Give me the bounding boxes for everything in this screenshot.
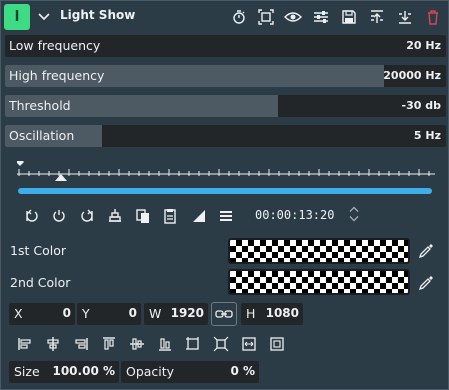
adjust-size-icon[interactable]	[213, 336, 229, 352]
y-value: 0	[128, 306, 137, 320]
effect-header: l Light Show	[1, 1, 449, 33]
h-value: 1080	[265, 306, 299, 320]
opacity-label: Opacity	[126, 364, 175, 379]
align-right-icon[interactable]	[73, 336, 89, 352]
x-field[interactable]: X 0	[9, 303, 75, 325]
align-bottom-icon[interactable]	[157, 336, 173, 352]
align-left-icon[interactable]	[17, 336, 33, 352]
y-label: Y	[82, 306, 90, 321]
param-threshold[interactable]: Threshold -30 db	[5, 95, 446, 117]
keyframe-ruler[interactable]	[17, 161, 435, 181]
menu-icon[interactable]	[217, 207, 235, 225]
w-label: W	[149, 306, 162, 321]
param-high-frequency[interactable]: High frequency 20000 Hz	[5, 65, 446, 87]
paste-keyframe-icon[interactable]	[161, 207, 179, 225]
align-top-icon[interactable]	[101, 336, 117, 352]
w-field[interactable]: W 1920	[144, 303, 208, 325]
keyframe-track[interactable]	[18, 188, 432, 194]
zone-icon[interactable]	[257, 8, 275, 26]
w-value: 1920	[170, 306, 204, 320]
keyframe-marker-icon	[17, 161, 24, 166]
first-color-label: 1st Color	[10, 243, 66, 258]
second-color-label: 2nd Color	[10, 275, 71, 290]
first-color-swatch[interactable]	[228, 238, 410, 264]
timer-icon[interactable]	[230, 8, 248, 26]
param-value: 20 Hz	[406, 39, 441, 52]
color-picker-icon[interactable]	[417, 274, 435, 292]
effect-badge[interactable]: l	[4, 4, 30, 30]
fit-frame-icon[interactable]	[185, 336, 201, 352]
collapse-chevron-icon[interactable]	[38, 11, 50, 25]
h-field[interactable]: H 1080	[241, 303, 303, 325]
save-icon[interactable]	[340, 8, 358, 26]
align-vcenter-icon[interactable]	[129, 336, 145, 352]
opacity-field[interactable]: Opacity 0 %	[121, 361, 259, 383]
param-label: High frequency	[9, 68, 105, 83]
x-value: 0	[62, 306, 71, 320]
param-value: 20000 Hz	[383, 69, 441, 82]
playhead-icon	[55, 174, 67, 181]
size-field[interactable]: Size 100.00 %	[9, 361, 119, 383]
interpolation-icon[interactable]	[190, 207, 208, 225]
effect-panel: l Light Show Low frequency 20 Hz High fr…	[0, 0, 449, 390]
size-value: 100.00 %	[52, 364, 115, 378]
timecode-display[interactable]: 00:00:13:20	[255, 208, 334, 222]
fill-height-icon[interactable]	[269, 336, 285, 352]
param-low-frequency[interactable]: Low frequency 20 Hz	[5, 35, 446, 57]
move-down-icon[interactable]	[396, 8, 414, 26]
settings-sliders-icon[interactable]	[312, 8, 330, 26]
h-label: H	[246, 306, 256, 321]
timecode-stepper-icon[interactable]	[345, 205, 363, 223]
size-label: Size	[14, 364, 40, 379]
opacity-value: 0 %	[230, 364, 255, 378]
next-keyframe-icon[interactable]	[79, 207, 97, 225]
param-label: Oscillation	[9, 128, 75, 143]
add-keyframe-icon[interactable]	[50, 207, 68, 225]
align-keyframe-icon[interactable]	[106, 207, 124, 225]
effect-title: Light Show	[60, 8, 136, 22]
second-color-swatch[interactable]	[228, 269, 410, 295]
copy-keyframe-icon[interactable]	[134, 207, 152, 225]
previous-keyframe-icon[interactable]	[22, 207, 40, 225]
param-value: -30 db	[401, 99, 441, 112]
param-oscillation[interactable]: Oscillation 5 Hz	[5, 125, 446, 147]
param-value: 5 Hz	[413, 129, 441, 142]
param-label: Low frequency	[9, 38, 101, 53]
align-hcenter-icon[interactable]	[45, 336, 61, 352]
eye-icon[interactable]	[284, 8, 302, 26]
fill-width-icon[interactable]	[241, 336, 257, 352]
link-icon	[215, 310, 233, 318]
x-label: X	[14, 306, 23, 321]
move-up-icon[interactable]	[368, 8, 386, 26]
color-picker-icon[interactable]	[417, 242, 435, 260]
y-field[interactable]: Y 0	[77, 303, 141, 325]
delete-icon[interactable]	[424, 8, 442, 26]
param-label: Threshold	[9, 98, 71, 113]
lock-ratio-button[interactable]	[211, 302, 237, 326]
